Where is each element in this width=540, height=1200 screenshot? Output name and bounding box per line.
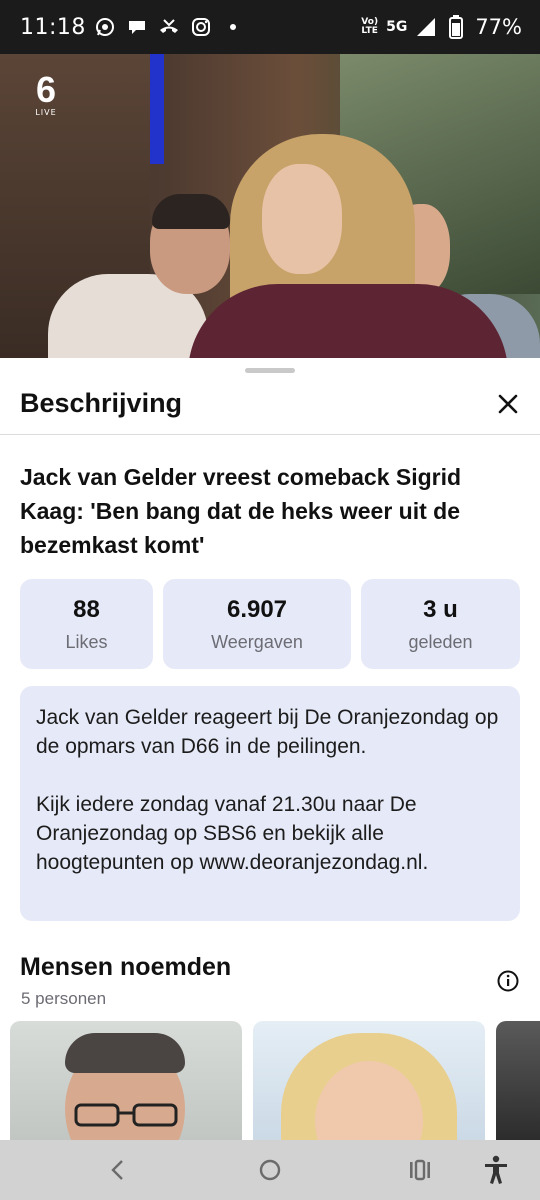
stats-row: 88 Likes 6.907 Weergaven 3 u geleden — [20, 579, 520, 669]
video-player[interactable]: 6 LIVE — [0, 54, 540, 358]
info-icon[interactable] — [496, 969, 520, 993]
battery-level: 77% — [475, 15, 522, 39]
stat-label: Likes — [65, 631, 108, 652]
stat-age: 3 u geleden — [361, 579, 520, 669]
status-bar: 11:18 Vo) LTE 5G 77% — [0, 0, 540, 54]
people-section-title: Mensen noemden — [20, 953, 232, 981]
stat-value: 6.907 — [226, 595, 288, 623]
dot-icon — [222, 16, 244, 38]
stat-value: 88 — [73, 595, 100, 623]
drag-handle[interactable] — [245, 368, 295, 373]
volte-indicator: Vo) LTE — [361, 17, 379, 36]
video-headline: Jack van Gelder vreest comeback Sigrid K… — [20, 464, 462, 558]
whatsapp-icon — [94, 16, 116, 38]
person-card[interactable] — [253, 1021, 485, 1141]
person-card[interactable] — [496, 1021, 540, 1141]
description-box: Jack van Gelder reageert bij De Oranjezo… — [20, 686, 520, 921]
glasses-detail — [74, 1103, 178, 1127]
accessibility-icon — [485, 1155, 507, 1184]
signal-icon — [415, 16, 437, 38]
battery-icon — [445, 15, 467, 39]
instagram-icon — [190, 16, 212, 38]
recents-icon — [410, 1159, 430, 1181]
description-paragraph: Kijk iedere zondag vanaf 21.30u naar De … — [36, 793, 429, 874]
home-button[interactable] — [252, 1152, 288, 1188]
stat-label: Weergaven — [211, 631, 303, 652]
back-icon — [111, 1160, 123, 1180]
description-paragraph: Jack van Gelder reageert bij De Oranjezo… — [36, 706, 499, 758]
status-right: Vo) LTE 5G 77% — [361, 15, 522, 39]
stat-likes: 88 Likes — [20, 579, 153, 669]
recents-button[interactable] — [402, 1152, 438, 1188]
notification-icons — [94, 16, 244, 38]
close-icon — [498, 394, 518, 414]
chat-icon — [126, 16, 148, 38]
status-time: 11:18 — [20, 14, 86, 40]
stat-label: geleden — [408, 631, 473, 652]
network-type: 5G — [386, 19, 408, 35]
people-count: 5 personen — [21, 989, 107, 1008]
channel-logo: 6 LIVE — [26, 69, 66, 118]
home-icon — [259, 1159, 281, 1181]
stat-value: 3 u — [423, 595, 458, 623]
person-card[interactable] — [10, 1021, 242, 1141]
channel-number: 6 — [35, 69, 57, 110]
stat-views: 6.907 Weergaven — [163, 579, 351, 669]
sheet-title: Beschrijving — [20, 388, 183, 418]
sheet-header: Beschrijving — [0, 376, 540, 435]
accessibility-button[interactable] — [478, 1152, 514, 1188]
missed-call-icon — [158, 16, 180, 38]
live-tag: LIVE — [35, 108, 57, 117]
system-nav-bar — [0, 1140, 540, 1200]
close-button[interactable] — [490, 386, 526, 422]
description-sheet: Beschrijving Jack van Gelder vreest come… — [0, 358, 540, 1141]
back-button[interactable] — [100, 1152, 136, 1188]
